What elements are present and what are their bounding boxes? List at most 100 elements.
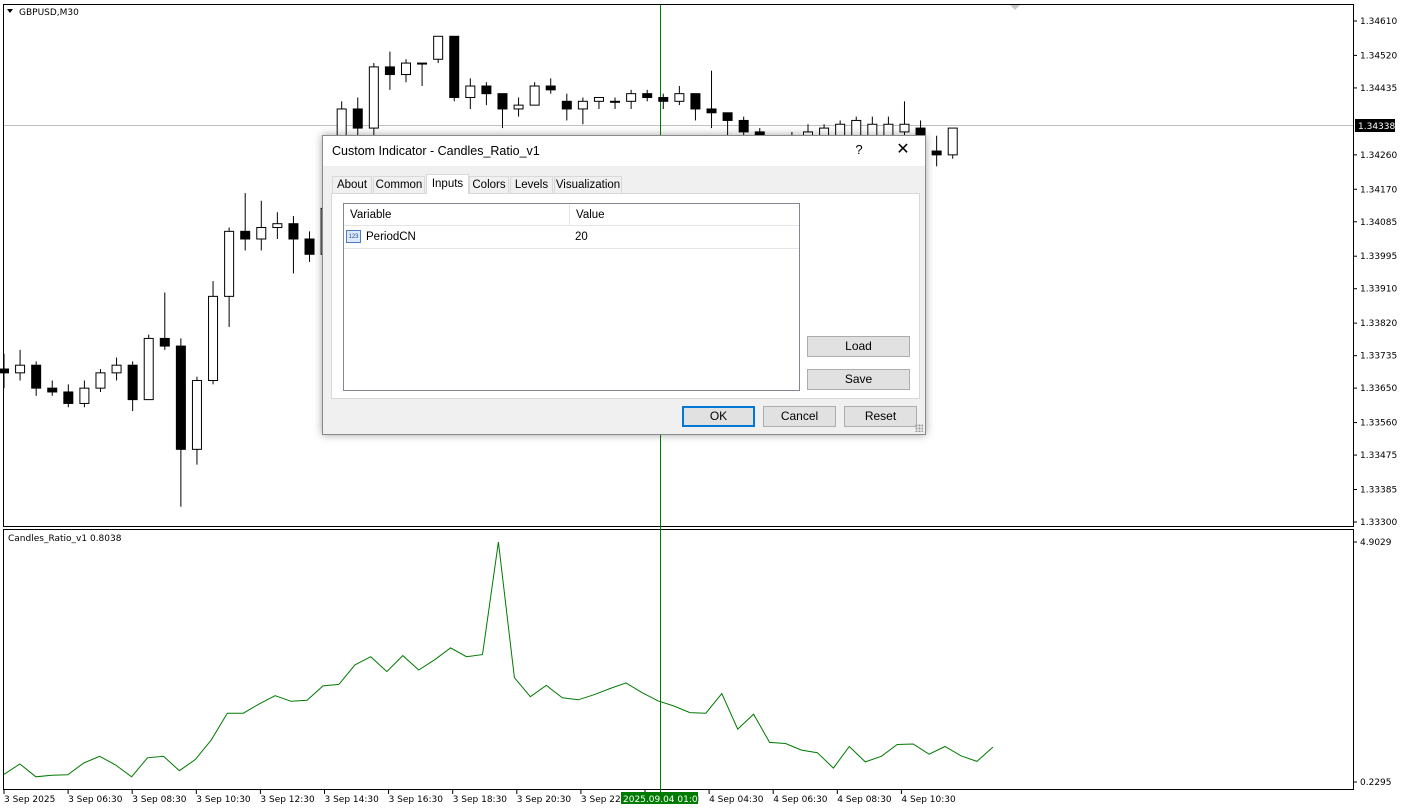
time-tick-label: 3 Sep 18:30 bbox=[453, 795, 508, 805]
price-tick-label: 1.34170 bbox=[1360, 185, 1397, 195]
price-tick-label: 1.33385 bbox=[1360, 485, 1397, 495]
bullish-candle bbox=[465, 85, 476, 98]
reset-button[interactable]: Reset bbox=[844, 406, 917, 427]
inputs-tab-panel: Variable Value 123 PeriodCN 20 Load Save bbox=[331, 193, 920, 399]
custom-indicator-dialog[interactable]: Custom Indicator - Candles_Ratio_v1 ? ✕ … bbox=[322, 135, 926, 435]
crosshair-time-label: 2025.09.04 01:00 bbox=[623, 795, 704, 805]
price-tick-label: 1.33300 bbox=[1360, 518, 1397, 528]
tab-visualization[interactable]: Visualization bbox=[554, 176, 622, 193]
tab-inputs[interactable]: Inputs bbox=[426, 174, 469, 194]
inputs-table[interactable]: Variable Value 123 PeriodCN 20 bbox=[343, 203, 800, 391]
price-tick-label: 1.34435 bbox=[1360, 84, 1397, 94]
bearish-candle bbox=[352, 108, 363, 129]
bearish-candle bbox=[738, 119, 749, 133]
resize-grip-icon[interactable] bbox=[915, 424, 923, 432]
bullish-candle bbox=[272, 223, 283, 229]
tab-levels[interactable]: Levels bbox=[510, 176, 553, 193]
bullish-candle bbox=[401, 62, 411, 76]
bearish-candle bbox=[449, 35, 460, 98]
bearish-candle bbox=[561, 100, 572, 110]
help-icon[interactable]: ? bbox=[851, 140, 867, 160]
time-tick-label: 3 Sep 06:30 bbox=[68, 795, 123, 805]
bearish-candle bbox=[384, 66, 395, 76]
ok-button[interactable]: OK bbox=[682, 406, 755, 427]
bullish-candle bbox=[79, 387, 90, 404]
price-tick-label: 1.33560 bbox=[1360, 419, 1397, 429]
bullish-candle bbox=[95, 372, 106, 389]
bullish-candle bbox=[111, 364, 122, 374]
bullish-candle bbox=[417, 62, 428, 65]
price-tick-label: 1.33475 bbox=[1360, 451, 1397, 461]
bearish-candle bbox=[642, 93, 653, 98]
bullish-candle bbox=[208, 295, 219, 381]
bearish-candle bbox=[63, 391, 74, 404]
symbol-label[interactable]: GBPUSD,M30 bbox=[19, 8, 79, 18]
indicator-label: Candles_Ratio_v1 0.8038 bbox=[8, 534, 122, 544]
indicator-tick-label: 4.9029 bbox=[1360, 538, 1392, 548]
bearish-candle bbox=[304, 238, 315, 255]
table-row[interactable]: 123 PeriodCN 20 bbox=[344, 227, 799, 249]
bearish-candle bbox=[690, 93, 701, 110]
price-tick-label: 1.34085 bbox=[1360, 218, 1397, 228]
time-tick-label: 3 Sep 16:30 bbox=[389, 795, 444, 805]
indicator-tick-label: 0.2295 bbox=[1360, 778, 1392, 788]
bearish-candle bbox=[722, 112, 733, 121]
price-tick-label: 1.33910 bbox=[1360, 285, 1397, 295]
save-button[interactable]: Save bbox=[807, 369, 910, 390]
variable-name: PeriodCN bbox=[366, 231, 416, 243]
price-tick-label: 1.34260 bbox=[1360, 151, 1397, 161]
bullish-candle bbox=[674, 93, 685, 102]
bearish-candle bbox=[31, 364, 42, 389]
time-tick-label: 3 Sep 20:30 bbox=[517, 795, 572, 805]
bearish-candle bbox=[497, 93, 508, 110]
indicator-subwindow[interactable] bbox=[3, 529, 1354, 790]
column-header-value[interactable]: Value bbox=[570, 204, 799, 226]
bearish-candle bbox=[240, 230, 251, 240]
dialog-titlebar[interactable]: Custom Indicator - Candles_Ratio_v1 ? ✕ bbox=[323, 136, 925, 166]
bearish-candle bbox=[706, 108, 717, 114]
time-tick-label: 4 Sep 10:30 bbox=[901, 795, 956, 805]
bearish-candle bbox=[658, 96, 669, 102]
bearish-candle bbox=[545, 85, 556, 91]
tab-colors[interactable]: Colors bbox=[469, 176, 509, 193]
bearish-candle bbox=[127, 364, 138, 401]
time-tick-label: 4 Sep 06:30 bbox=[773, 795, 828, 805]
bearish-candle bbox=[0, 368, 9, 374]
bearish-candle bbox=[159, 337, 170, 347]
bullish-candle bbox=[529, 85, 540, 106]
tab-common[interactable]: Common bbox=[373, 176, 425, 193]
integer-type-icon: 123 bbox=[346, 230, 361, 243]
time-tick-label: 4 Sep 04:30 bbox=[709, 795, 764, 805]
bullish-candle bbox=[191, 379, 202, 450]
time-tick-label: 3 Sep 2025 bbox=[4, 795, 55, 805]
column-header-variable[interactable]: Variable bbox=[344, 204, 570, 226]
time-tick-label: 3 Sep 08:30 bbox=[132, 795, 187, 805]
bullish-candle bbox=[593, 96, 604, 102]
bearish-candle bbox=[931, 150, 942, 156]
bearish-candle bbox=[288, 223, 299, 240]
bullish-candle bbox=[513, 104, 524, 110]
price-tick-label: 1.33735 bbox=[1360, 352, 1397, 362]
bullish-candle bbox=[947, 127, 958, 156]
bullish-candle bbox=[143, 337, 154, 401]
bullish-candle bbox=[15, 364, 26, 374]
bearish-candle bbox=[175, 345, 186, 450]
load-button[interactable]: Load bbox=[807, 336, 910, 357]
dialog-title: Custom Indicator - Candles_Ratio_v1 bbox=[332, 144, 540, 158]
bullish-candle bbox=[626, 93, 637, 102]
bullish-candle bbox=[610, 100, 621, 103]
cancel-button[interactable]: Cancel bbox=[763, 406, 836, 427]
bullish-candle bbox=[368, 66, 379, 129]
bullish-candle bbox=[577, 100, 588, 110]
time-tick-label: 3 Sep 10:30 bbox=[196, 795, 251, 805]
current-price-label: 1.34338 bbox=[1358, 122, 1395, 132]
time-tick-label: 3 Sep 22: bbox=[581, 795, 624, 805]
close-icon[interactable]: ✕ bbox=[893, 140, 913, 160]
variable-value[interactable]: 20 bbox=[575, 227, 588, 248]
time-tick-label: 3 Sep 14:30 bbox=[325, 795, 380, 805]
bullish-candle bbox=[899, 123, 910, 133]
tab-about[interactable]: About bbox=[332, 176, 372, 193]
bearish-candle bbox=[481, 85, 492, 95]
price-tick-label: 1.33995 bbox=[1360, 252, 1397, 262]
bullish-candle bbox=[433, 35, 444, 60]
